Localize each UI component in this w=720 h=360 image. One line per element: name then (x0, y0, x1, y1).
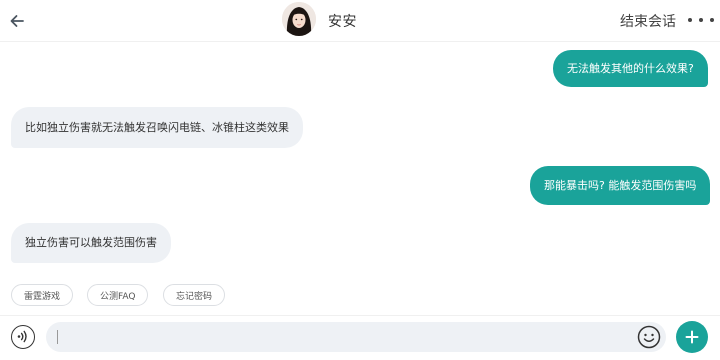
plus-button[interactable] (676, 321, 708, 353)
avatar (282, 2, 316, 36)
back-button[interactable] (6, 10, 28, 32)
emoji-button[interactable] (637, 325, 661, 349)
divider (0, 315, 720, 316)
arrow-left-icon (10, 15, 24, 27)
more-dots-icon[interactable] (688, 13, 714, 27)
voice-icon (17, 330, 27, 343)
emoji-icon (637, 325, 661, 349)
message-outgoing: 那能暴击吗? 能触发范围伤害吗 (530, 166, 711, 205)
message-incoming: 比如独立伤害就无法触发召唤闪电链、冰锥柱这类效果 (11, 107, 303, 148)
text-caret (57, 330, 58, 344)
quick-reply-chip[interactable]: 雷霆游戏 (11, 284, 74, 306)
quick-reply-chip[interactable]: 公测FAQ (87, 284, 149, 306)
message-input[interactable] (46, 322, 666, 352)
contact-name: 安安 (328, 14, 357, 30)
end-session-button[interactable]: 结束会话 (620, 11, 676, 31)
message-outgoing: 无法触发其他的什么效果? (553, 50, 708, 87)
quick-reply-chip[interactable]: 忘记密码 (163, 284, 226, 306)
chat-header: 安安 结束会话 (0, 0, 720, 42)
voice-button[interactable] (11, 325, 35, 349)
chat-app: 安安 结束会话 无法触发其他的什么效果? 比如独立伤害就无法触发召唤闪电链、冰锥… (0, 0, 720, 360)
message-incoming: 独立伤害可以触发范围伤害 (11, 223, 171, 263)
plus-icon (685, 330, 699, 344)
